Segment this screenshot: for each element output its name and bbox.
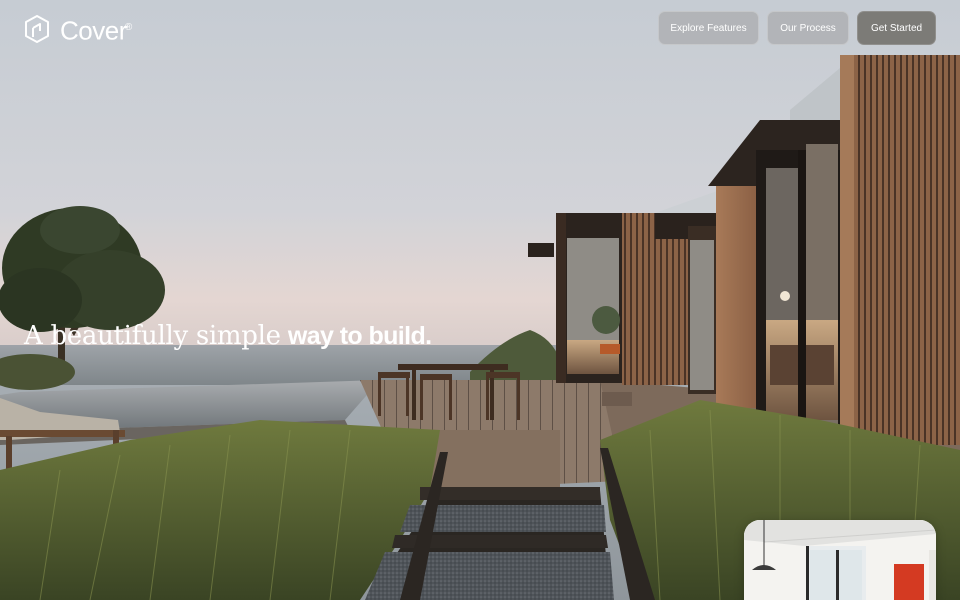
hero-section: Cover® Explore Features Our Process Get … [0, 0, 960, 600]
brand-logo[interactable]: Cover® [24, 14, 132, 45]
cover-logo-icon [25, 15, 49, 44]
explore-features-button[interactable]: Explore Features [658, 11, 759, 45]
get-started-button[interactable]: Get Started [857, 11, 936, 45]
top-nav: Explore Features Our Process Get Started [658, 11, 936, 45]
interior-preview-thumbnail [744, 520, 936, 600]
interior-preview-card[interactable] [744, 520, 936, 600]
registered-mark: ® [124, 22, 132, 33]
hero-background-image [0, 0, 960, 600]
headline-bold: way to build. [287, 322, 432, 350]
brand-name: Cover® [60, 15, 132, 46]
hero-headline: A beautifully simple way to build. [24, 318, 432, 353]
headline-light: A beautifully simple [24, 321, 281, 351]
our-process-button[interactable]: Our Process [767, 11, 849, 45]
